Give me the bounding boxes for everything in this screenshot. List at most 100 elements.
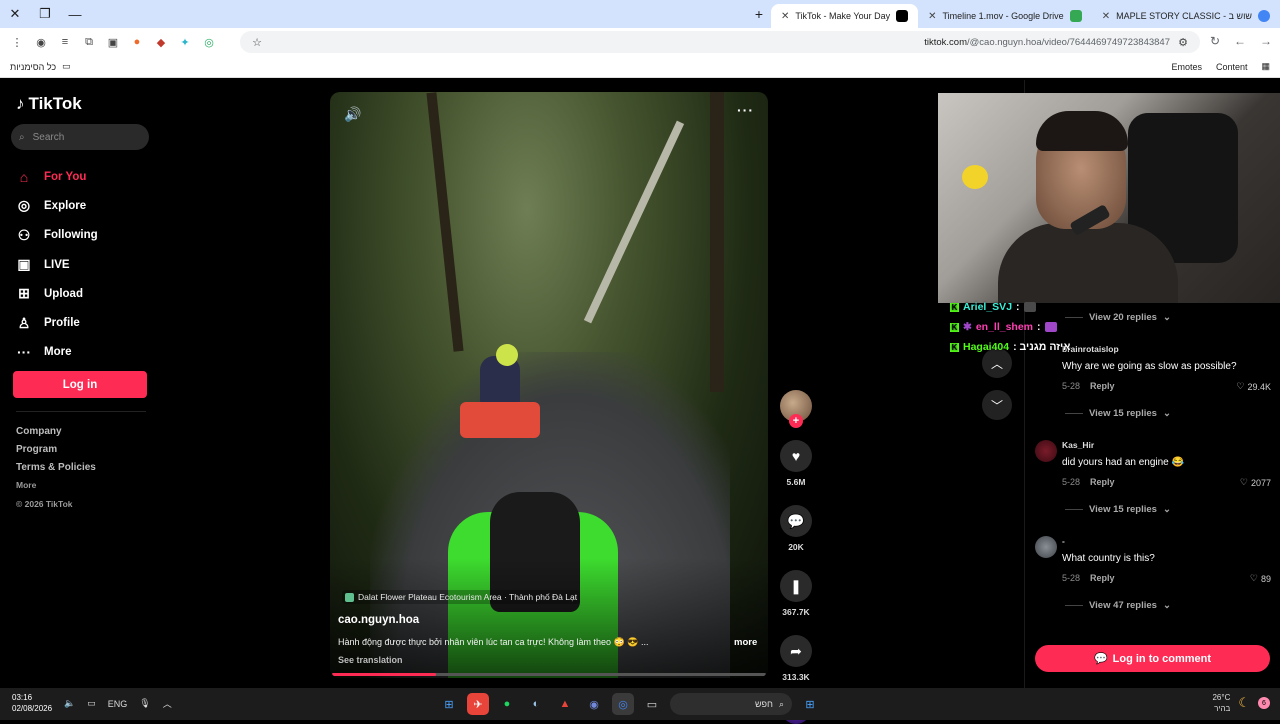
playlist-icon[interactable]: ≡	[58, 35, 72, 49]
comment-date: 5-28	[1062, 573, 1081, 583]
reload-icon[interactable]: ↻	[1210, 34, 1220, 48]
back-icon[interactable]: →	[1260, 34, 1272, 48]
notification-badge[interactable]: 6	[1258, 697, 1270, 709]
comment-avatar[interactable]	[1035, 440, 1057, 462]
screen-icon[interactable]: ▣	[106, 35, 120, 49]
save-action[interactable]: ❚ 367.7K	[780, 570, 812, 617]
video-progress-bar[interactable]	[332, 673, 766, 676]
bookmark-content[interactable]: Content	[1216, 62, 1248, 72]
author-avatar[interactable]: +	[780, 390, 812, 428]
footer-terms[interactable]: Terms & Policies	[16, 462, 96, 480]
like-action[interactable]: ♥ 5.6M	[780, 440, 812, 487]
extensions-icon[interactable]: ⧉	[82, 35, 96, 49]
footer-more[interactable]: More	[16, 480, 96, 498]
nav-profile[interactable]: ♙ Profile	[16, 308, 98, 337]
extension-translate-icon[interactable]: ✦	[178, 35, 192, 49]
restore-window-icon[interactable]: ❐	[30, 0, 60, 28]
location-tag[interactable]: Dalat Flower Plateau Ecotourism Area · T…	[342, 590, 581, 604]
comment-user[interactable]: brainrotaislop	[1062, 344, 1119, 354]
tab-drive[interactable]: ✕ Timeline 1.mov - Google Drive	[918, 4, 1092, 28]
nav-following[interactable]: ⚇ Following	[16, 221, 98, 250]
footer-program[interactable]: Program	[16, 444, 96, 462]
language-indicator[interactable]: ENG	[108, 699, 128, 709]
comment-user[interactable]: Kas_Hir	[1062, 440, 1094, 450]
microphone-icon[interactable]: 🎙	[139, 698, 150, 709]
tiktok-logo[interactable]: ♪ TikTok	[16, 94, 82, 114]
chrome-icon[interactable]: ◎	[612, 693, 634, 715]
tray-expand-icon[interactable]: ︿	[163, 697, 172, 710]
close-window-icon[interactable]: ✕	[0, 0, 30, 28]
telegram-icon[interactable]: ✈	[467, 693, 489, 715]
nav-more[interactable]: ··· More	[16, 338, 98, 367]
share-icon[interactable]: ➦	[780, 635, 812, 667]
login-to-comment-button[interactable]: 💬 Log in to comment	[1035, 645, 1270, 672]
spotify-icon[interactable]: ●	[496, 693, 518, 715]
bookmark-star-icon[interactable]: ☆	[250, 35, 264, 49]
clock-time: 03:16	[12, 693, 33, 702]
menu-dots-icon[interactable]: ⋮	[10, 35, 24, 49]
file-explorer-icon[interactable]: ▭	[641, 693, 663, 715]
follow-plus-icon[interactable]: +	[789, 414, 803, 428]
login-button[interactable]: Log in	[13, 371, 147, 398]
game-app-icon[interactable]: ▲	[554, 693, 576, 715]
nav-live[interactable]: ▣ LIVE	[16, 250, 98, 279]
nav-for-you[interactable]: ⌂ For You	[16, 162, 98, 191]
address-bar[interactable]: ☆ tiktok.com/@cao.nguyn.hoa/video/764446…	[240, 31, 1200, 53]
nav-upload[interactable]: ⊞ Upload	[16, 279, 98, 308]
comment-avatar[interactable]	[1035, 536, 1057, 558]
reply-button[interactable]: Reply	[1090, 477, 1115, 487]
video-options-icon[interactable]: ···	[737, 102, 754, 118]
windows-start-icon[interactable]: ⊞	[799, 693, 821, 715]
see-translation-link[interactable]: See translation	[338, 655, 403, 665]
comment-user[interactable]: -	[1062, 536, 1065, 546]
close-tab-icon[interactable]: ✕	[1102, 11, 1110, 22]
new-tab-button[interactable]: +	[747, 6, 771, 22]
video-caption: Hành động được thực bởi nhân viên lúc ta…	[338, 637, 649, 647]
comment-like[interactable]: ♡ 2077	[1240, 477, 1271, 488]
comment-icon[interactable]: 💬	[780, 505, 812, 537]
caption-more-link[interactable]: more	[734, 637, 757, 648]
video-player[interactable]: 🔊 ··· Dalat Flower Plateau Ecotourism Ar…	[330, 92, 768, 678]
forward-icon[interactable]: ←	[1234, 34, 1246, 48]
nav-explore[interactable]: ◎ Explore	[16, 191, 98, 220]
site-settings-icon[interactable]: ⚙	[1176, 35, 1190, 49]
profile-icon[interactable]: ◉	[34, 35, 48, 49]
extension-orange-icon[interactable]: ●	[130, 35, 144, 49]
all-bookmarks[interactable]: כל הסימניות ▭	[10, 61, 71, 72]
clock[interactable]: 03:16 02/08/2026	[12, 692, 52, 714]
weather-widget[interactable]: 26°C בהיר ☾ 6	[1212, 692, 1270, 714]
discord-icon[interactable]: ◉	[583, 693, 605, 715]
extension-red-icon[interactable]: ◆	[154, 35, 168, 49]
view-replies-button[interactable]: View 20 replies ⌄	[1065, 312, 1171, 323]
next-video-button[interactable]: ﹀	[982, 390, 1012, 420]
volume-icon[interactable]: 🔈	[64, 698, 75, 709]
footer-company[interactable]: Company	[16, 426, 96, 444]
chat-line: K Hagai404 : איזה מגניב	[950, 337, 1070, 357]
view-replies-button[interactable]: View 15 replies ⌄	[1065, 504, 1171, 515]
comment-like[interactable]: ♡ 29.4K	[1236, 381, 1271, 392]
comment-like[interactable]: ♡ 89	[1250, 573, 1271, 584]
apps-grid-icon[interactable]: ▦	[1261, 61, 1270, 72]
extension-green-icon[interactable]: ◎	[202, 35, 216, 49]
tab-tiktok[interactable]: ✕ TikTok - Make Your Day	[770, 4, 919, 28]
start-icon[interactable]: ⊞	[438, 693, 460, 715]
view-replies-button[interactable]: View 15 replies ⌄	[1065, 408, 1171, 419]
tab-maplestory[interactable]: ✕ MAPLE STORY CLASSIC - שוש ב	[1092, 4, 1280, 28]
search-input[interactable]: ⌕ Search	[11, 124, 149, 150]
view-replies-button[interactable]: View 47 replies ⌄	[1065, 600, 1171, 611]
reply-button[interactable]: Reply	[1090, 381, 1115, 391]
comment-action[interactable]: 💬 20K	[780, 505, 812, 552]
minimize-window-icon[interactable]: —	[60, 0, 90, 28]
close-tab-icon[interactable]: ✕	[781, 11, 789, 22]
steam-icon[interactable]: ◐	[525, 693, 547, 715]
network-icon[interactable]: ▭	[87, 698, 96, 709]
reply-button[interactable]: Reply	[1090, 573, 1115, 583]
heart-icon[interactable]: ♥	[780, 440, 812, 472]
share-action[interactable]: ➦ 313.3K	[780, 635, 812, 682]
bookmark-icon[interactable]: ❚	[780, 570, 812, 602]
video-author[interactable]: cao.nguyn.hoa	[338, 614, 419, 626]
taskbar-search[interactable]: חפש ⌕	[670, 693, 792, 715]
close-tab-icon[interactable]: ✕	[928, 11, 936, 22]
bookmark-emotes[interactable]: Emotes	[1171, 62, 1202, 72]
volume-icon[interactable]: 🔊	[344, 106, 361, 123]
